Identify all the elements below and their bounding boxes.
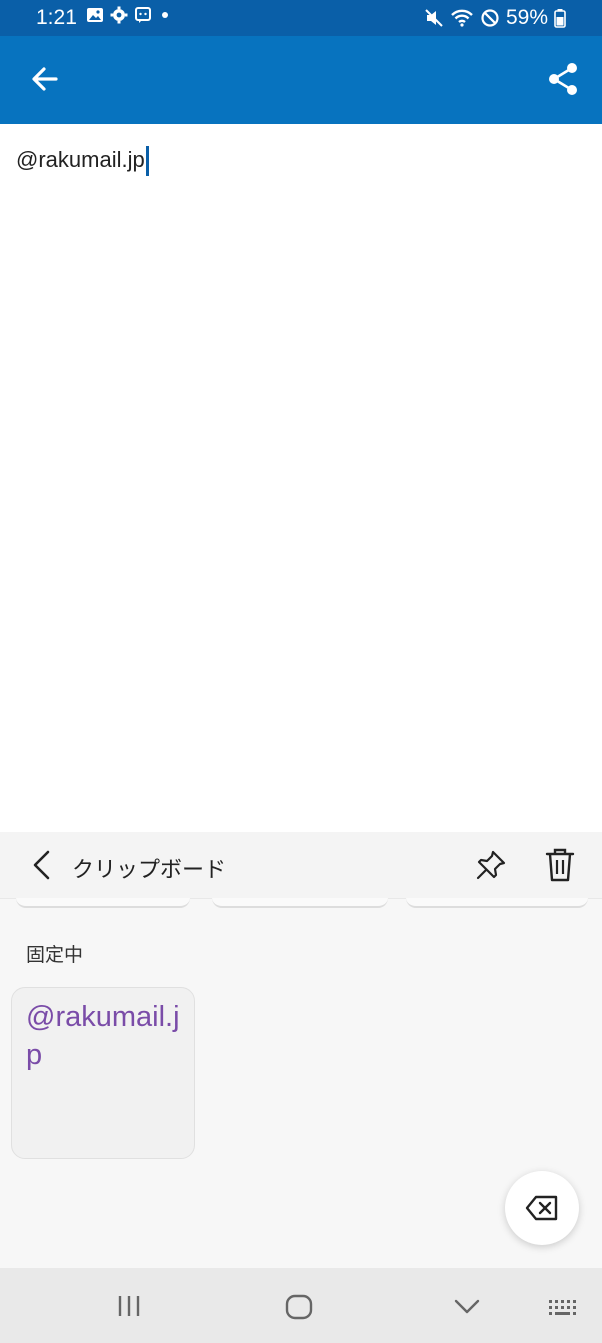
keyboard-icon (549, 1300, 576, 1315)
keyboard-toggle-button[interactable] (548, 1298, 578, 1323)
dot-icon (162, 12, 168, 18)
mute-icon (425, 9, 443, 27)
nav-back-button[interactable] (454, 1298, 480, 1321)
recent-apps-button[interactable] (116, 1294, 142, 1323)
text-editor[interactable]: @rakumail.jp (0, 124, 602, 832)
share-button[interactable] (546, 62, 580, 96)
app-bar (0, 36, 602, 124)
editor-text: @rakumail.jp (16, 146, 145, 172)
pin-button[interactable] (474, 848, 508, 882)
wifi-icon (451, 9, 473, 27)
clipboard-item[interactable] (212, 898, 388, 908)
clipboard-header: クリップボード (0, 832, 602, 899)
pinned-section-label: 固定中 (26, 945, 84, 966)
message-icon (135, 7, 151, 23)
backspace-icon (525, 1195, 558, 1221)
home-icon (285, 1294, 313, 1320)
recent-apps-icon (118, 1296, 140, 1316)
trash-icon (545, 848, 575, 882)
pinned-clip-item[interactable]: @rakumail.jp (11, 987, 195, 1159)
battery-icon (554, 9, 566, 28)
navigation-bar (0, 1268, 602, 1343)
clipboard-item[interactable] (16, 898, 190, 908)
back-chevron-icon (454, 1299, 480, 1314)
gear-icon (110, 6, 128, 24)
chevron-left-icon (33, 850, 50, 880)
no-disturb-icon (481, 9, 499, 27)
share-icon (549, 63, 577, 95)
clipboard-back-button[interactable] (28, 848, 56, 882)
clipboard-item[interactable] (406, 898, 588, 908)
delete-button[interactable] (543, 847, 577, 883)
text-caret (145, 146, 149, 176)
battery-percent: 59% (505, 6, 548, 29)
arrow-left-icon (32, 67, 58, 91)
pin-icon (476, 850, 506, 880)
status-notification-icons (86, 6, 172, 24)
status-system-icons: 59% (424, 6, 566, 30)
status-bar: 1:21 59% (0, 0, 602, 36)
clipboard-title: クリップボード (72, 857, 227, 882)
status-time: 1:21 (36, 6, 77, 29)
home-button[interactable] (285, 1294, 313, 1325)
backspace-button[interactable] (505, 1171, 579, 1245)
editor-line[interactable]: @rakumail.jp (16, 146, 149, 176)
pinned-clip-text: @rakumail.jp (26, 1001, 180, 1071)
back-button[interactable] (28, 62, 62, 96)
image-icon (87, 8, 103, 22)
